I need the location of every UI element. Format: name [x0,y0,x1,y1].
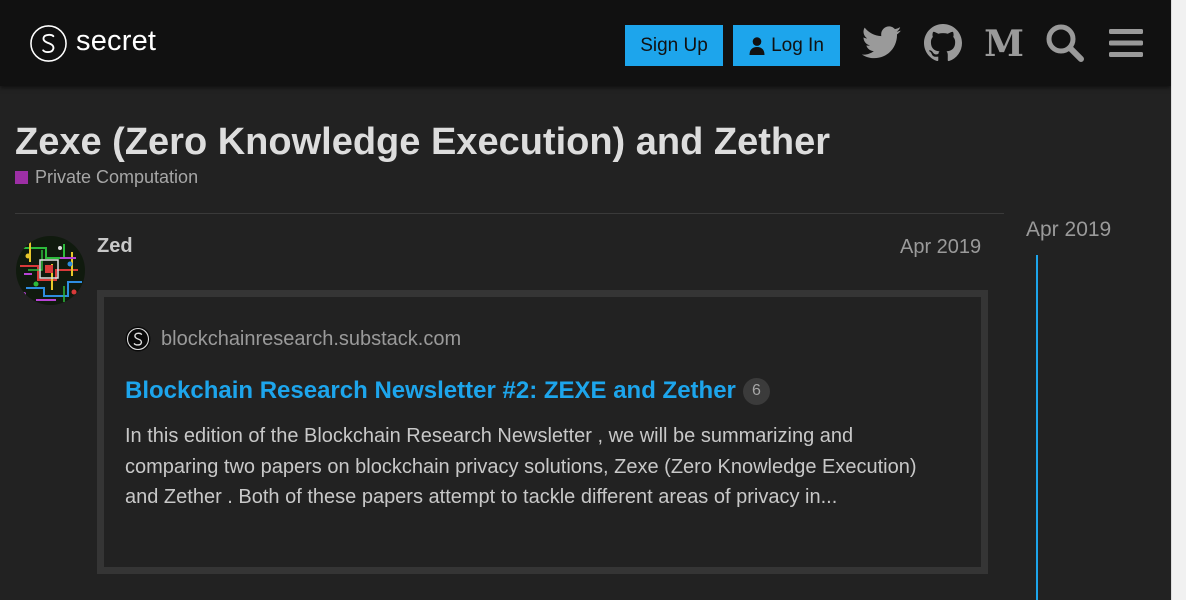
avatar-image [16,236,85,305]
onebox-excerpt: In this edition of the Blockchain Resear… [125,425,917,508]
substack-site-icon [125,326,151,352]
category-badge[interactable]: Private Computation [15,167,198,188]
onebox-source[interactable]: blockchainresearch.substack.com [125,326,461,352]
timeline-scroll-track[interactable] [1036,255,1038,600]
medium-icon[interactable]: M [983,22,1025,64]
search-icon[interactable] [1044,22,1086,64]
title-divider [15,213,1004,214]
post-username[interactable]: Zed [97,235,133,258]
user-icon [749,36,765,55]
logo-text: secret [76,25,157,57]
secret-logo-icon [30,25,67,62]
log-in-label: Log In [771,34,824,56]
hamburger-menu-icon[interactable] [1105,22,1147,64]
onebox-source-domain: blockchainresearch.substack.com [161,327,462,350]
category-name: Private Computation [35,167,199,187]
post-date[interactable]: Apr 2019 [900,236,981,259]
avatar[interactable] [16,236,85,305]
topic-title[interactable]: Zexe (Zero Knowledge Execution) and Zeth… [15,120,830,164]
onebox-title-link[interactable]: Blockchain Research Newsletter #2: ZEXE … [125,377,736,405]
twitter-icon[interactable] [861,22,903,64]
log-in-button[interactable]: Log In [733,25,840,66]
link-click-count-badge: 6 [742,377,770,405]
link-preview-onebox: blockchainresearch.substack.com Blockcha… [97,290,988,574]
svg-text:M: M [984,26,1024,60]
category-color-swatch [15,171,28,184]
site-header: secret Sign Up Log In M [0,0,1171,86]
page-scrollbar[interactable] [1171,0,1186,600]
sign-up-button[interactable]: Sign Up [625,25,723,66]
site-logo[interactable]: secret [29,24,156,63]
onebox-title-row: Blockchain Research Newsletter #2: ZEXE … [125,377,770,405]
github-icon[interactable] [922,22,964,64]
timeline-date[interactable]: Apr 2019 [1026,218,1111,242]
